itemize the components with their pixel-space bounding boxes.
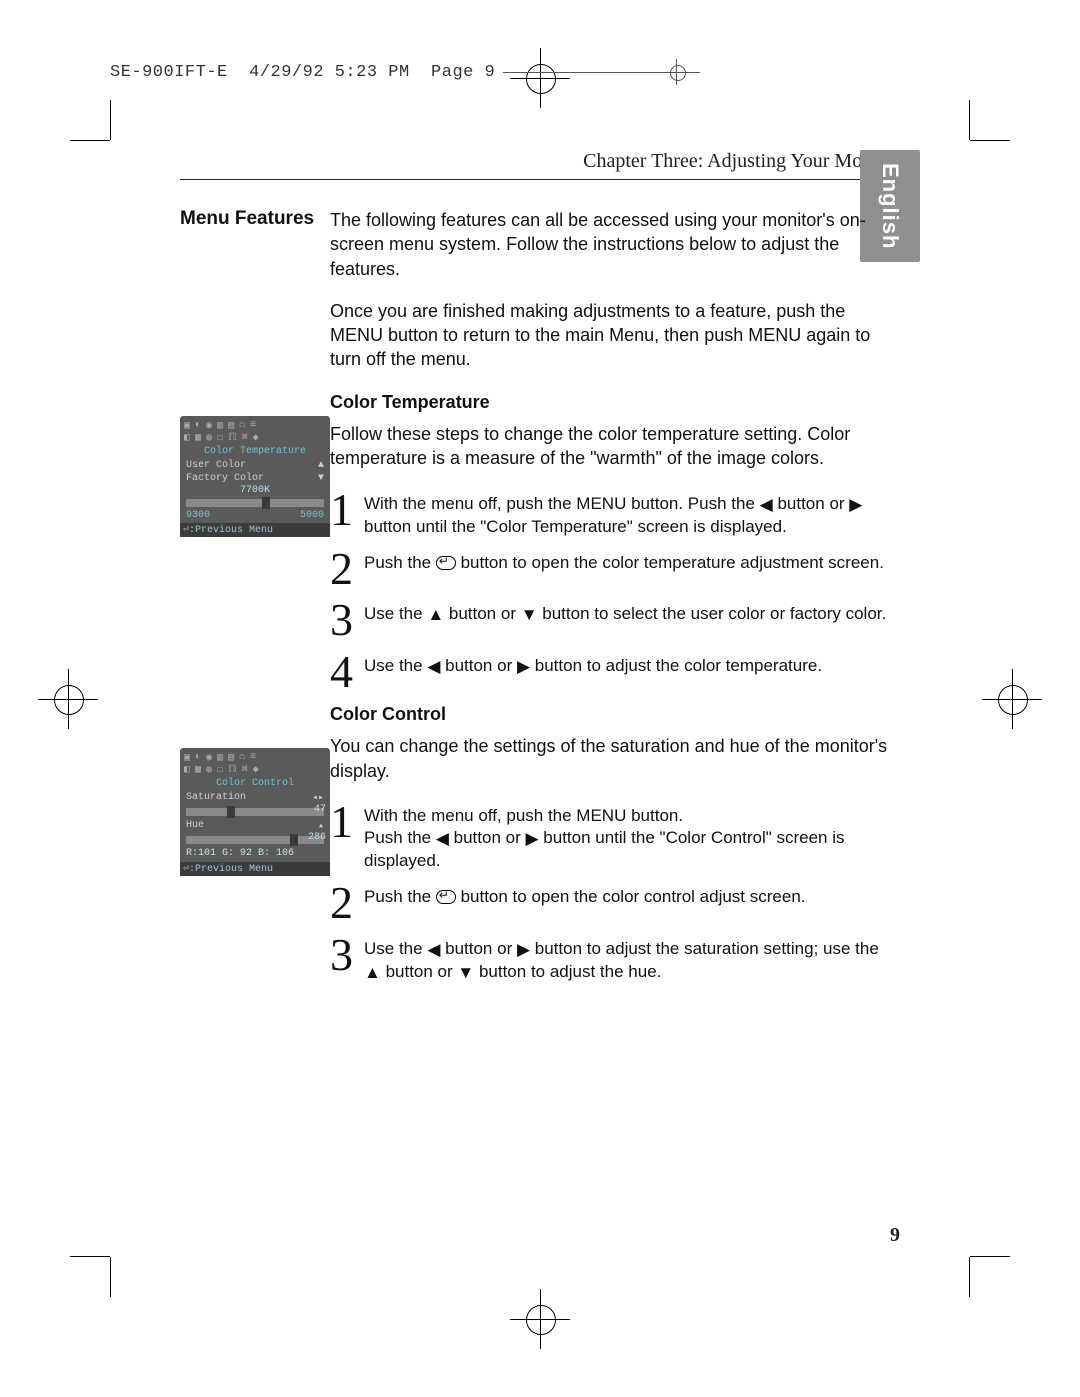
registration-mark-bottom	[510, 1289, 570, 1349]
crop-mark-tr	[930, 100, 970, 140]
osd-prev-menu: :Previous Menu	[189, 525, 273, 536]
slug-line: SE-900IFT-E 4/29/92 5:23 PM Page 9	[110, 55, 700, 89]
right-triangle-icon: ▶	[517, 656, 530, 678]
step-number: 3	[330, 934, 364, 984]
registration-mark-left	[38, 669, 98, 729]
intro-paragraph-2: Once you are finished making adjustments…	[330, 299, 900, 372]
step-cc-2: 2 Push the button to open the color cont…	[330, 882, 900, 923]
enter-button-icon	[436, 556, 456, 570]
section-heading: Menu Features	[180, 208, 330, 230]
osd-color-control: ▣◐◉▥▤⌂≡ ◧▦◍☐ℿ⌘◆ Color Control Saturation…	[180, 748, 330, 876]
page-number: 9	[890, 1224, 900, 1247]
osd-temp-value: 7700K	[184, 485, 326, 496]
step-number: 4	[330, 651, 364, 692]
step-ct-4: 4 Use the ◀ button or ▶ button to adjust…	[330, 651, 900, 692]
step-ct-3: 3 Use the ▲ button or ▼ button to select…	[330, 599, 900, 640]
color-control-lead: You can change the settings of the satur…	[330, 734, 900, 783]
step-number: 1	[330, 489, 364, 538]
right-triangle-icon: ▶	[525, 828, 538, 850]
osd-slider-sat: 47	[186, 808, 324, 816]
osd-rgb: R:101 G: 92 B: 106	[186, 848, 294, 859]
color-temp-lead: Follow these steps to change the color t…	[330, 422, 900, 471]
osd-title: Color Temperature	[184, 446, 326, 457]
up-triangle-icon: ▲	[318, 460, 324, 471]
up-triangle-icon: ▲	[364, 962, 381, 984]
down-triangle-icon: ▼	[457, 962, 474, 984]
step-ct-1: 1 With the menu off, push the MENU butto…	[330, 489, 900, 538]
left-triangle-icon: ◀	[436, 828, 449, 850]
osd-row-factory: Factory Color	[186, 473, 264, 484]
left-triangle-icon: ◀	[427, 656, 440, 678]
step-number: 2	[330, 882, 364, 923]
intro-paragraph-1: The following features can all be access…	[330, 208, 900, 281]
step-number: 1	[330, 801, 364, 872]
up-triangle-icon: ▲	[427, 604, 444, 626]
left-triangle-icon: ◀	[427, 939, 440, 961]
enter-button-icon	[436, 890, 456, 904]
step-number: 3	[330, 599, 364, 640]
step-cc-1: 1 With the menu off, push the MENU butto…	[330, 801, 900, 872]
osd-row-hue: Hue	[186, 820, 204, 832]
right-triangle-icon: ▶	[517, 939, 530, 961]
osd-color-temperature: ▣◐◉▥▤⌂≡ ◧▦◍☐ℿ⌘◆ Color Temperature User C…	[180, 416, 330, 537]
osd-title-2: Color Control	[184, 778, 326, 789]
subheading-color-control: Color Control	[330, 702, 900, 726]
osd-prev-menu-2: :Previous Menu	[189, 864, 273, 875]
down-triangle-icon: ▼	[318, 473, 324, 484]
osd-slider-hue: 286	[186, 836, 324, 844]
crop-mark-tl	[110, 100, 150, 140]
crop-mark-br	[930, 1257, 970, 1297]
step-number: 2	[330, 548, 364, 589]
subheading-color-temperature: Color Temperature	[330, 390, 900, 414]
registration-mark-right	[982, 669, 1042, 729]
osd-scale-high: 5000	[300, 510, 324, 521]
left-triangle-icon: ◀	[760, 494, 773, 516]
slug-text: SE-900IFT-E 4/29/92 5:23 PM Page 9	[110, 63, 495, 82]
step-ct-2: 2 Push the button to open the color temp…	[330, 548, 900, 589]
down-triangle-icon: ▼	[521, 604, 538, 626]
osd-scale-low: 9300	[186, 510, 210, 521]
chapter-title: Chapter Three: Adjusting Your Monitor	[180, 150, 900, 180]
osd-row-user: User Color	[186, 460, 246, 471]
osd-hue-val: 286	[308, 832, 326, 843]
osd-row-sat: Saturation	[186, 792, 246, 804]
right-triangle-icon: ▶	[849, 494, 862, 516]
osd-slider	[186, 499, 324, 507]
crop-mark-bl	[110, 1257, 150, 1297]
step-cc-3: 3 Use the ◀ button or ▶ button to adjust…	[330, 934, 900, 984]
osd-sat-val: 47	[314, 804, 326, 815]
